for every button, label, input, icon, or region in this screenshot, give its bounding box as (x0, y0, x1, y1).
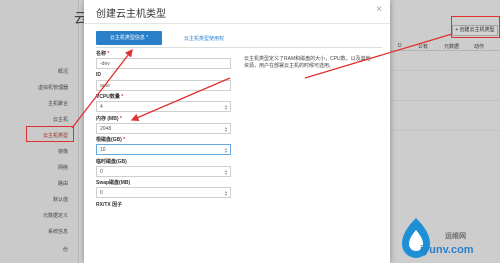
arrow-to-tab (71, 48, 133, 129)
watermark-name: 运维网 (445, 233, 466, 240)
arrow-from-create (304, 33, 453, 79)
watermark-url: iyunv.com (420, 244, 474, 256)
arrow-to-vcpu (130, 77, 231, 122)
